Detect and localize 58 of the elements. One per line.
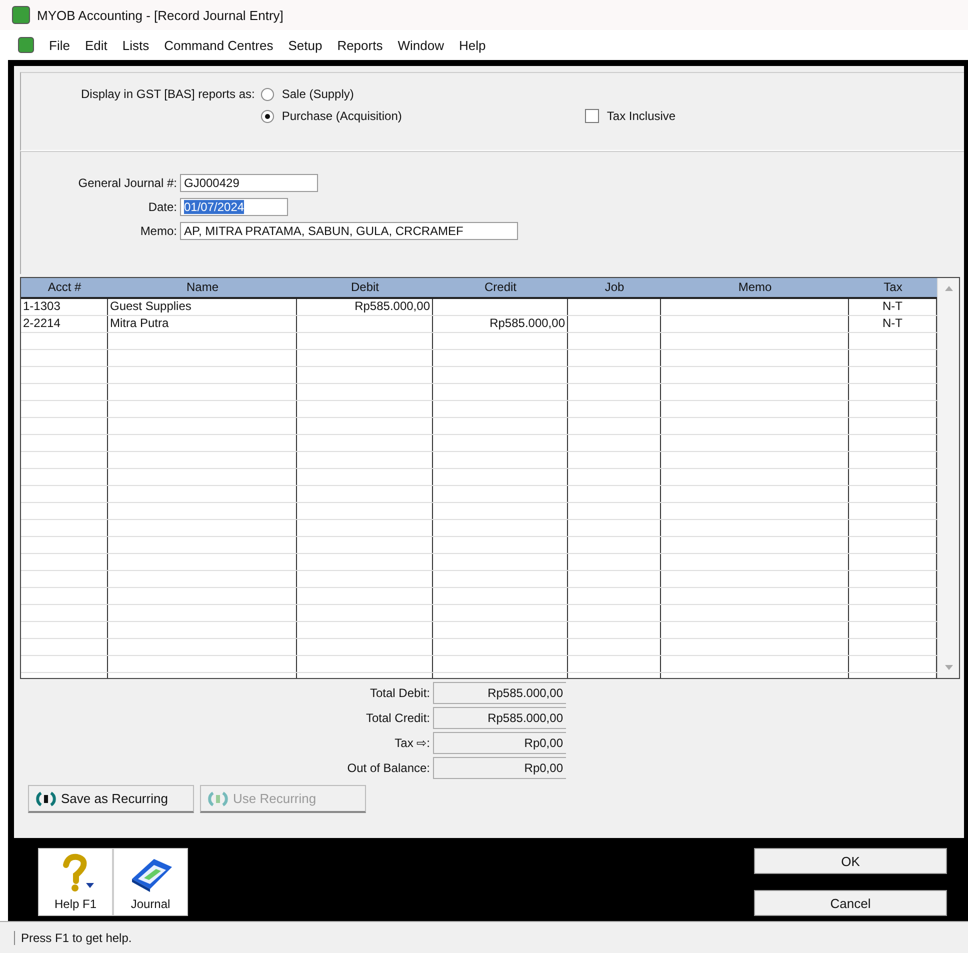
- field-label: General Journal #:: [77, 176, 177, 190]
- column-header[interactable]: Credit: [433, 278, 568, 297]
- column-header[interactable]: Acct #: [21, 278, 108, 297]
- radio-button[interactable]: [260, 110, 274, 122]
- column-header[interactable]: Job: [568, 278, 661, 297]
- menu-item[interactable]: Window: [398, 38, 444, 52]
- column-header[interactable]: Name: [108, 278, 297, 297]
- table-cell: Rp585.000,00: [354, 299, 430, 313]
- field-label: Memo:: [139, 224, 177, 238]
- app-icon[interactable]: [18, 37, 34, 53]
- table-cell: 2-2214: [23, 316, 60, 330]
- total-value: Rp0,00: [433, 757, 566, 779]
- table-cell: Rp585.000,00: [490, 316, 565, 330]
- menu-item[interactable]: Reports: [337, 38, 383, 52]
- radio-label[interactable]: Purchase (Acquisition): [282, 109, 402, 123]
- column-header[interactable]: Tax: [849, 278, 937, 297]
- field-label: Date:: [147, 200, 177, 214]
- checkbox-label[interactable]: Tax Inclusive: [606, 109, 676, 123]
- scroll-down-icon[interactable]: [944, 665, 952, 670]
- total-value: Rp585.000,00: [433, 682, 566, 704]
- menu-item[interactable]: Lists: [122, 38, 150, 52]
- table-cell: N-T: [882, 299, 902, 313]
- input-field[interactable]: 01/07/2024: [180, 198, 288, 216]
- total-value: Rp0,00: [433, 732, 566, 754]
- total-label: Total Debit:: [368, 686, 430, 700]
- input-field[interactable]: GJ000429: [180, 174, 318, 192]
- gst-label: Display in GST [BAS] reports as:: [81, 87, 255, 103]
- menu-item[interactable]: Help: [458, 38, 486, 52]
- help-button[interactable]: Help F1: [38, 848, 113, 916]
- column-header[interactable]: Debit: [297, 278, 433, 297]
- radio-label[interactable]: Sale (Supply): [282, 87, 354, 101]
- scrollbar[interactable]: [937, 278, 959, 678]
- menu-item[interactable]: Setup: [288, 38, 322, 52]
- dialog-button[interactable]: Cancel: [754, 890, 947, 916]
- menu-item[interactable]: File: [49, 38, 70, 52]
- table-cell: Mitra Putra: [110, 316, 169, 330]
- checkbox[interactable]: [584, 109, 599, 123]
- total-label: Out of Balance:: [346, 761, 430, 775]
- table-cell: N-T: [882, 316, 902, 330]
- total-value: Rp585.000,00: [433, 707, 566, 729]
- total-label: Tax ⇨:: [394, 736, 430, 750]
- scroll-up-icon[interactable]: [944, 286, 952, 291]
- window-title: MYOB Accounting - [Record Journal Entry]: [37, 8, 284, 22]
- app-icon: [12, 6, 30, 24]
- status-bar: Press F1 to get help.: [14, 930, 132, 944]
- total-label: Total Credit:: [364, 711, 430, 725]
- column-header[interactable]: Memo: [661, 278, 849, 297]
- radio-button[interactable]: [260, 88, 274, 100]
- input-field[interactable]: AP, MITRA PRATAMA, SABUN, GULA, CRCRAMEF: [180, 222, 518, 240]
- menu-item[interactable]: Edit: [84, 38, 108, 52]
- table-cell: Guest Supplies: [110, 299, 192, 313]
- recurring-icon: [207, 790, 229, 806]
- table-cell: 1-1303: [23, 299, 60, 313]
- menu-item[interactable]: Command Centres: [164, 38, 274, 52]
- recurring-icon: [35, 790, 57, 806]
- recurring-button[interactable]: Save as Recurring: [28, 785, 194, 813]
- journal-button[interactable]: Journal: [113, 848, 188, 916]
- dialog-button[interactable]: OK: [754, 848, 947, 874]
